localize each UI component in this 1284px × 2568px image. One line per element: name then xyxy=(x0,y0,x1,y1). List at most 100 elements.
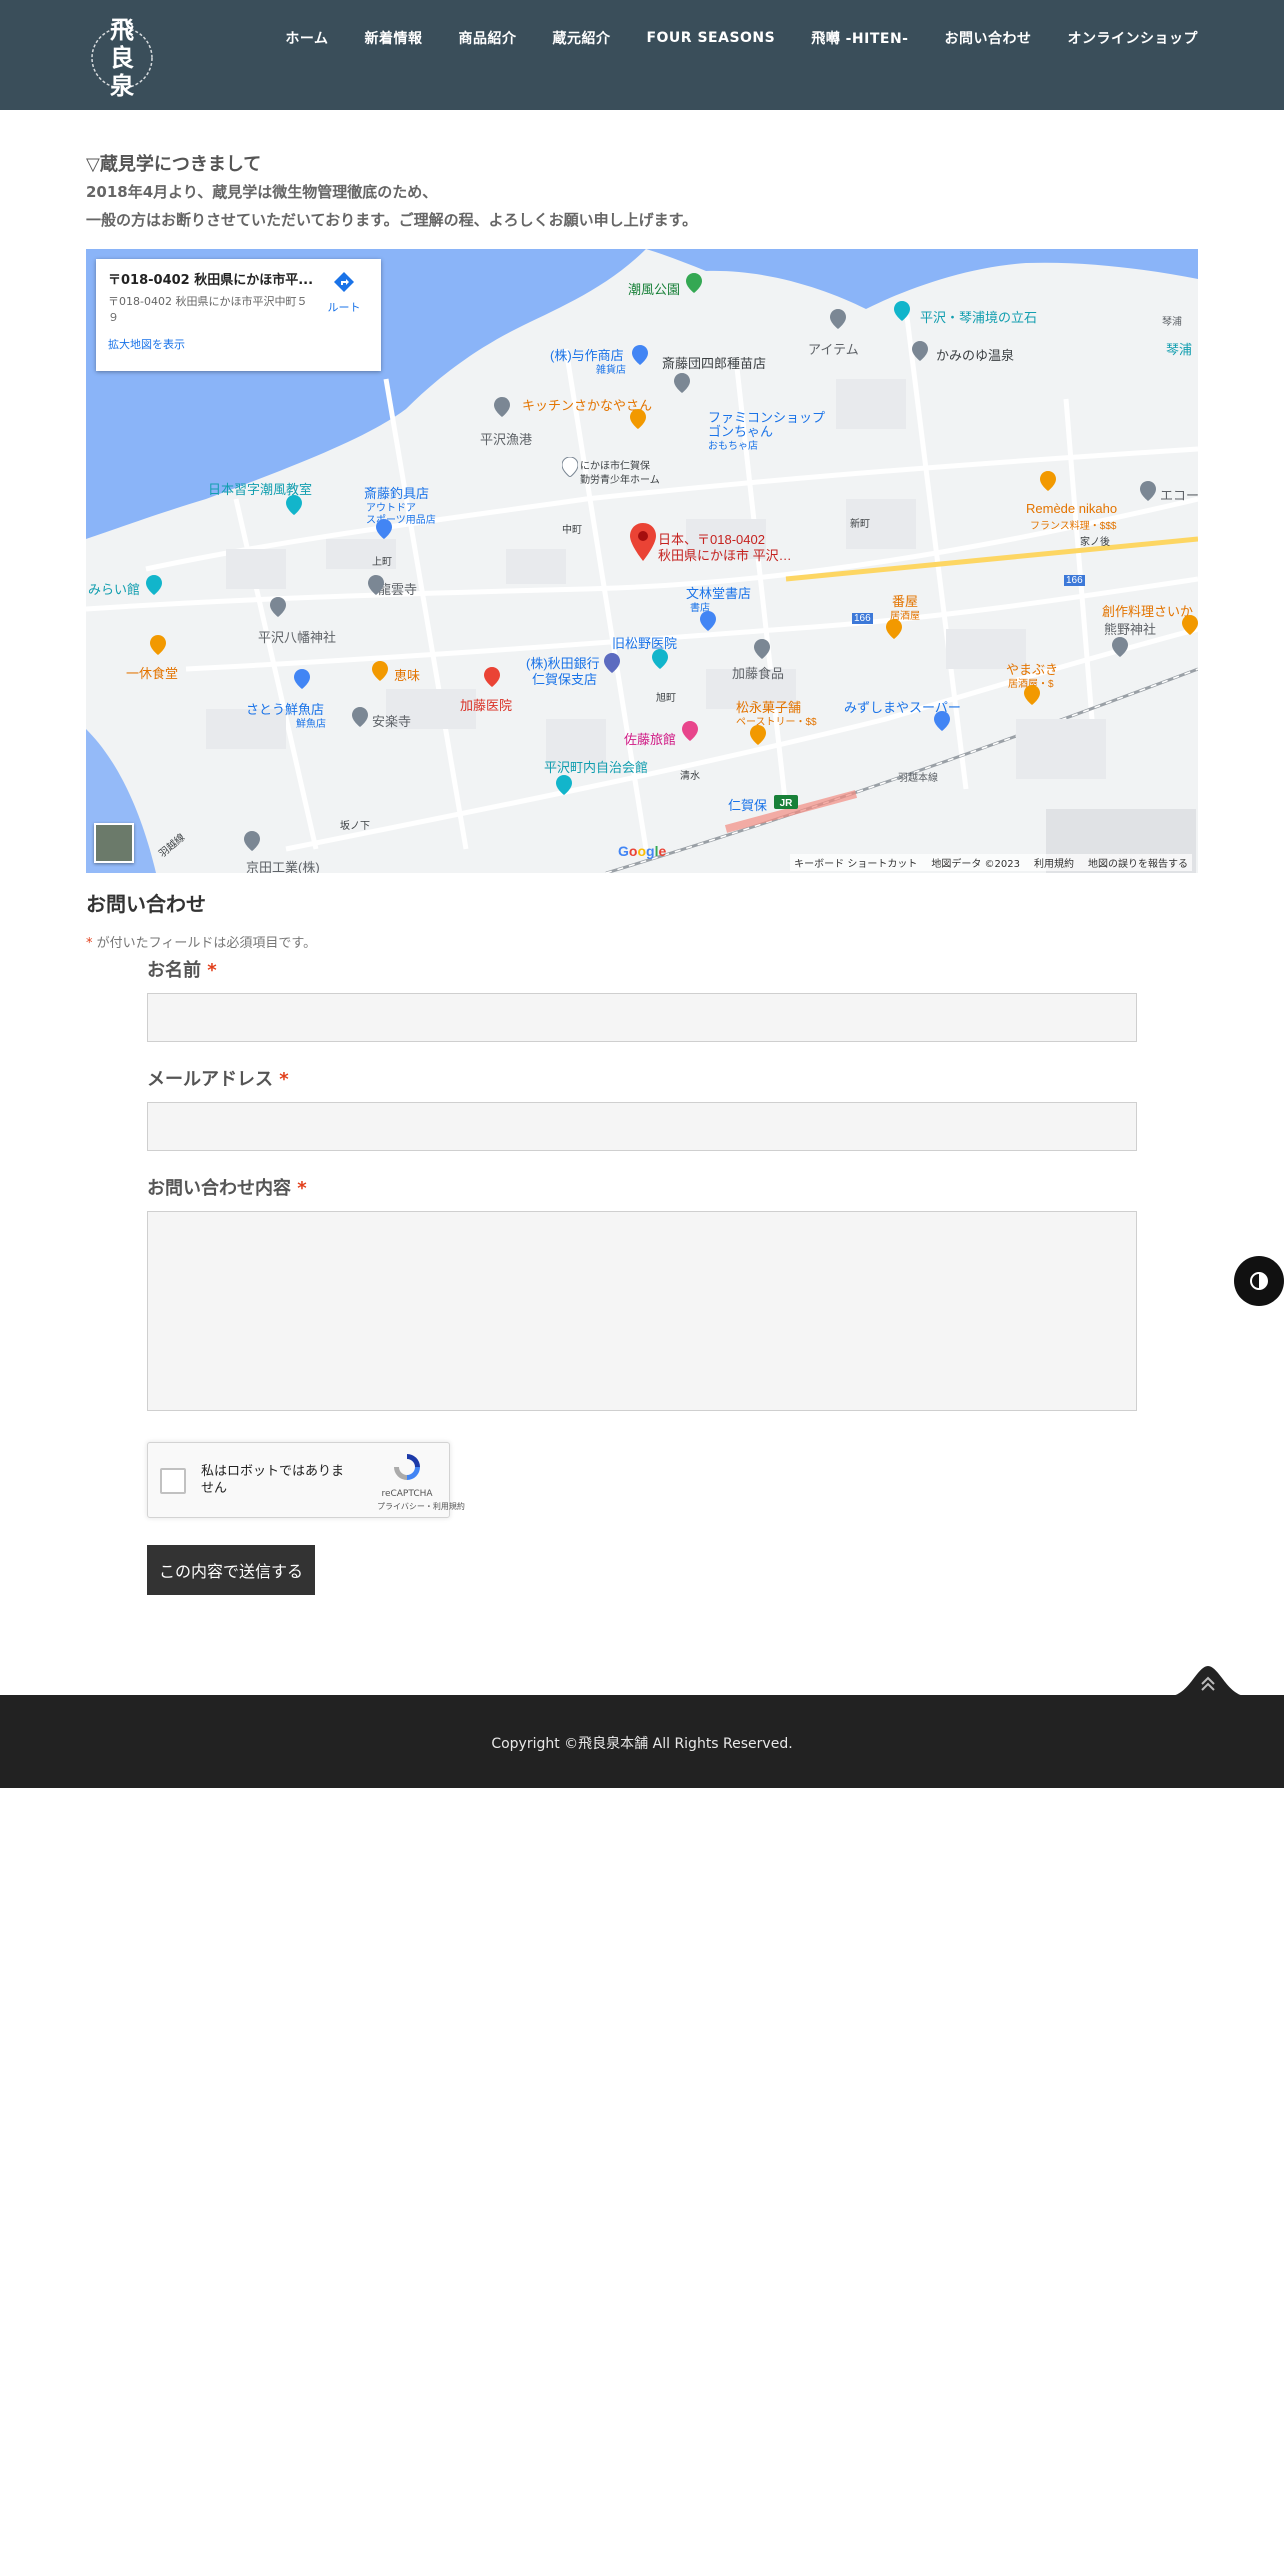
shrine-pin-icon[interactable] xyxy=(1112,637,1128,657)
place-pin-icon[interactable] xyxy=(830,309,846,329)
accessibility-icon xyxy=(1250,1272,1268,1290)
shop-pin-icon[interactable] xyxy=(632,345,648,365)
back-to-top-button[interactable] xyxy=(1170,1666,1246,1696)
map-place-sub: 勤労青少年ホーム xyxy=(580,475,660,486)
message-textarea[interactable] xyxy=(147,1211,1137,1411)
map-place: アイテム xyxy=(808,342,859,357)
place-pin-icon[interactable] xyxy=(912,341,928,361)
view-larger-map-link[interactable]: 拡大地図を表示 xyxy=(108,336,369,352)
map-place: 斎藤団四郎種苗店 xyxy=(662,356,767,371)
google-map[interactable]: 〒018-0402 秋田県にかほ市平... 〒018-0402 秋田県にかほ市平… xyxy=(86,249,1198,873)
directions-icon xyxy=(334,272,354,292)
nav-home[interactable]: ホーム xyxy=(285,28,328,48)
nav-online-shop[interactable]: オンラインショップ xyxy=(1068,28,1199,48)
place-pin-icon[interactable] xyxy=(1140,481,1156,501)
recaptcha-logo: reCAPTCHA プライバシー・利用規約 xyxy=(377,1451,465,1512)
hotel-pin-icon[interactable] xyxy=(682,721,698,741)
required-mark: * xyxy=(279,1069,289,1090)
map-info-card: 〒018-0402 秋田県にかほ市平... 〒018-0402 秋田県にかほ市平… xyxy=(96,259,381,371)
nav-brewery[interactable]: 蔵元紹介 xyxy=(552,28,610,48)
email-label: メールアドレス * xyxy=(147,1065,289,1091)
landmark-pin-icon[interactable] xyxy=(286,495,302,515)
message-label: お問い合わせ内容 * xyxy=(147,1174,307,1200)
map-card-address: 〒018-0402 秋田県にかほ市平沢中町５９ xyxy=(108,295,308,324)
map-place: 京田工業(株) xyxy=(246,860,320,873)
shop-pin-icon[interactable] xyxy=(700,611,716,631)
park-pin-icon[interactable] xyxy=(686,273,702,293)
temple-pin-icon[interactable] xyxy=(352,707,368,727)
place-pin-icon[interactable] xyxy=(244,831,260,851)
nav-hiten[interactable]: 飛囀 -HITEN- xyxy=(811,28,908,48)
route-shield: 166 xyxy=(1064,575,1085,586)
restaurant-pin-icon[interactable] xyxy=(1040,471,1056,491)
recaptcha-label: 私はロボットではありません xyxy=(201,1464,345,1496)
shop-pin-icon[interactable] xyxy=(294,669,310,689)
required-note-text: が付いたフィールドは必須項目です。 xyxy=(92,936,317,951)
restaurant-pin-icon[interactable] xyxy=(150,635,166,655)
supermarket-pin-icon[interactable] xyxy=(934,711,950,731)
map-place-sub: 雑貨店 xyxy=(596,365,626,376)
restaurant-pin-icon[interactable] xyxy=(1024,685,1040,705)
map-place: Remède nikaho xyxy=(1026,501,1118,516)
nav-news[interactable]: 新着情報 xyxy=(364,28,422,48)
map-place: 加藤医院 xyxy=(460,698,513,713)
accessibility-button[interactable] xyxy=(1234,1256,1284,1306)
name-input[interactable] xyxy=(147,993,1137,1042)
map-place-sub: 旭町 xyxy=(656,693,676,704)
restaurant-pin-icon[interactable] xyxy=(630,409,646,429)
route-shield: 166 xyxy=(852,613,873,624)
map-place-sub: 清水 xyxy=(680,771,700,782)
place-pin-icon[interactable] xyxy=(674,373,690,393)
site-footer: Copyright ©飛良泉本舗 All Rights Reserved. xyxy=(0,1695,1284,1788)
map-place: 琴浦 xyxy=(1166,342,1193,357)
landmark-pin-icon[interactable] xyxy=(894,301,910,321)
hospital-pin-icon[interactable] xyxy=(652,649,668,669)
place-pin-icon[interactable] xyxy=(562,457,578,477)
email-input[interactable] xyxy=(147,1102,1137,1151)
restaurant-pin-icon[interactable] xyxy=(372,661,388,681)
required-fields-note: * が付いたフィールドは必須項目です。 xyxy=(86,932,316,951)
map-place-sub: 鮮魚店 xyxy=(296,719,326,730)
marker-label: 秋田県にかほ市 平沢… xyxy=(658,548,792,563)
nav-four-seasons[interactable]: FOUR SEASONS xyxy=(646,30,775,46)
map-attribution: キーボード ショートカット 地図データ ©2023 利用規約 地図の誤りを報告す… xyxy=(790,854,1192,871)
restaurant-pin-icon[interactable] xyxy=(1182,615,1198,635)
map-place: 一休食堂 xyxy=(126,666,179,681)
community-center-pin-icon[interactable] xyxy=(556,775,572,795)
bank-pin-icon[interactable] xyxy=(604,653,620,673)
temple-pin-icon[interactable] xyxy=(368,575,384,595)
place-pin-icon[interactable] xyxy=(494,397,510,417)
hospital-pin-icon[interactable] xyxy=(484,667,500,687)
recaptcha-brand: reCAPTCHA xyxy=(381,1489,433,1499)
map-place: 仁賀保 xyxy=(728,798,768,813)
bakery-pin-icon[interactable] xyxy=(750,725,766,745)
restaurant-pin-icon[interactable] xyxy=(886,619,902,639)
jr-station-icon[interactable]: JR xyxy=(774,795,798,809)
map-place: 熊野神社 xyxy=(1104,622,1157,637)
recaptcha-checkbox[interactable] xyxy=(160,1468,186,1494)
submit-button[interactable]: この内容で送信する xyxy=(147,1545,315,1595)
map-place: 佐藤旅館 xyxy=(624,732,677,747)
satellite-toggle-button[interactable] xyxy=(94,823,134,863)
tour-notice-title: ▽蔵見学につきまして xyxy=(86,154,262,175)
shop-pin-icon[interactable] xyxy=(376,519,392,539)
nav-contact[interactable]: お問い合わせ xyxy=(945,28,1032,48)
report-error-link[interactable]: 地図の誤りを報告する xyxy=(1088,855,1188,870)
svg-text:良: 良 xyxy=(110,43,134,72)
site-logo[interactable]: 飛 良 泉 xyxy=(86,6,158,106)
map-place-sub: 坂ノ下 xyxy=(340,821,370,832)
location-marker-icon[interactable] xyxy=(630,523,656,565)
recaptcha-links[interactable]: プライバシー・利用規約 xyxy=(377,1501,465,1512)
map-place-sub: 上町 xyxy=(372,557,392,568)
terms-link[interactable]: 利用規約 xyxy=(1034,855,1074,870)
shrine-pin-icon[interactable] xyxy=(270,597,286,617)
keyboard-shortcuts-link[interactable]: キーボード ショートカット xyxy=(794,855,917,870)
directions-button[interactable]: ルート xyxy=(319,271,369,315)
map-place-sub: 新町 xyxy=(850,519,870,530)
map-place: 加藤食品 xyxy=(732,666,785,681)
svg-text:飛: 飛 xyxy=(110,15,134,44)
landmark-pin-icon[interactable] xyxy=(146,575,162,595)
nav-products[interactable]: 商品紹介 xyxy=(458,28,516,48)
place-pin-icon[interactable] xyxy=(754,639,770,659)
name-label: お名前 * xyxy=(147,956,217,982)
